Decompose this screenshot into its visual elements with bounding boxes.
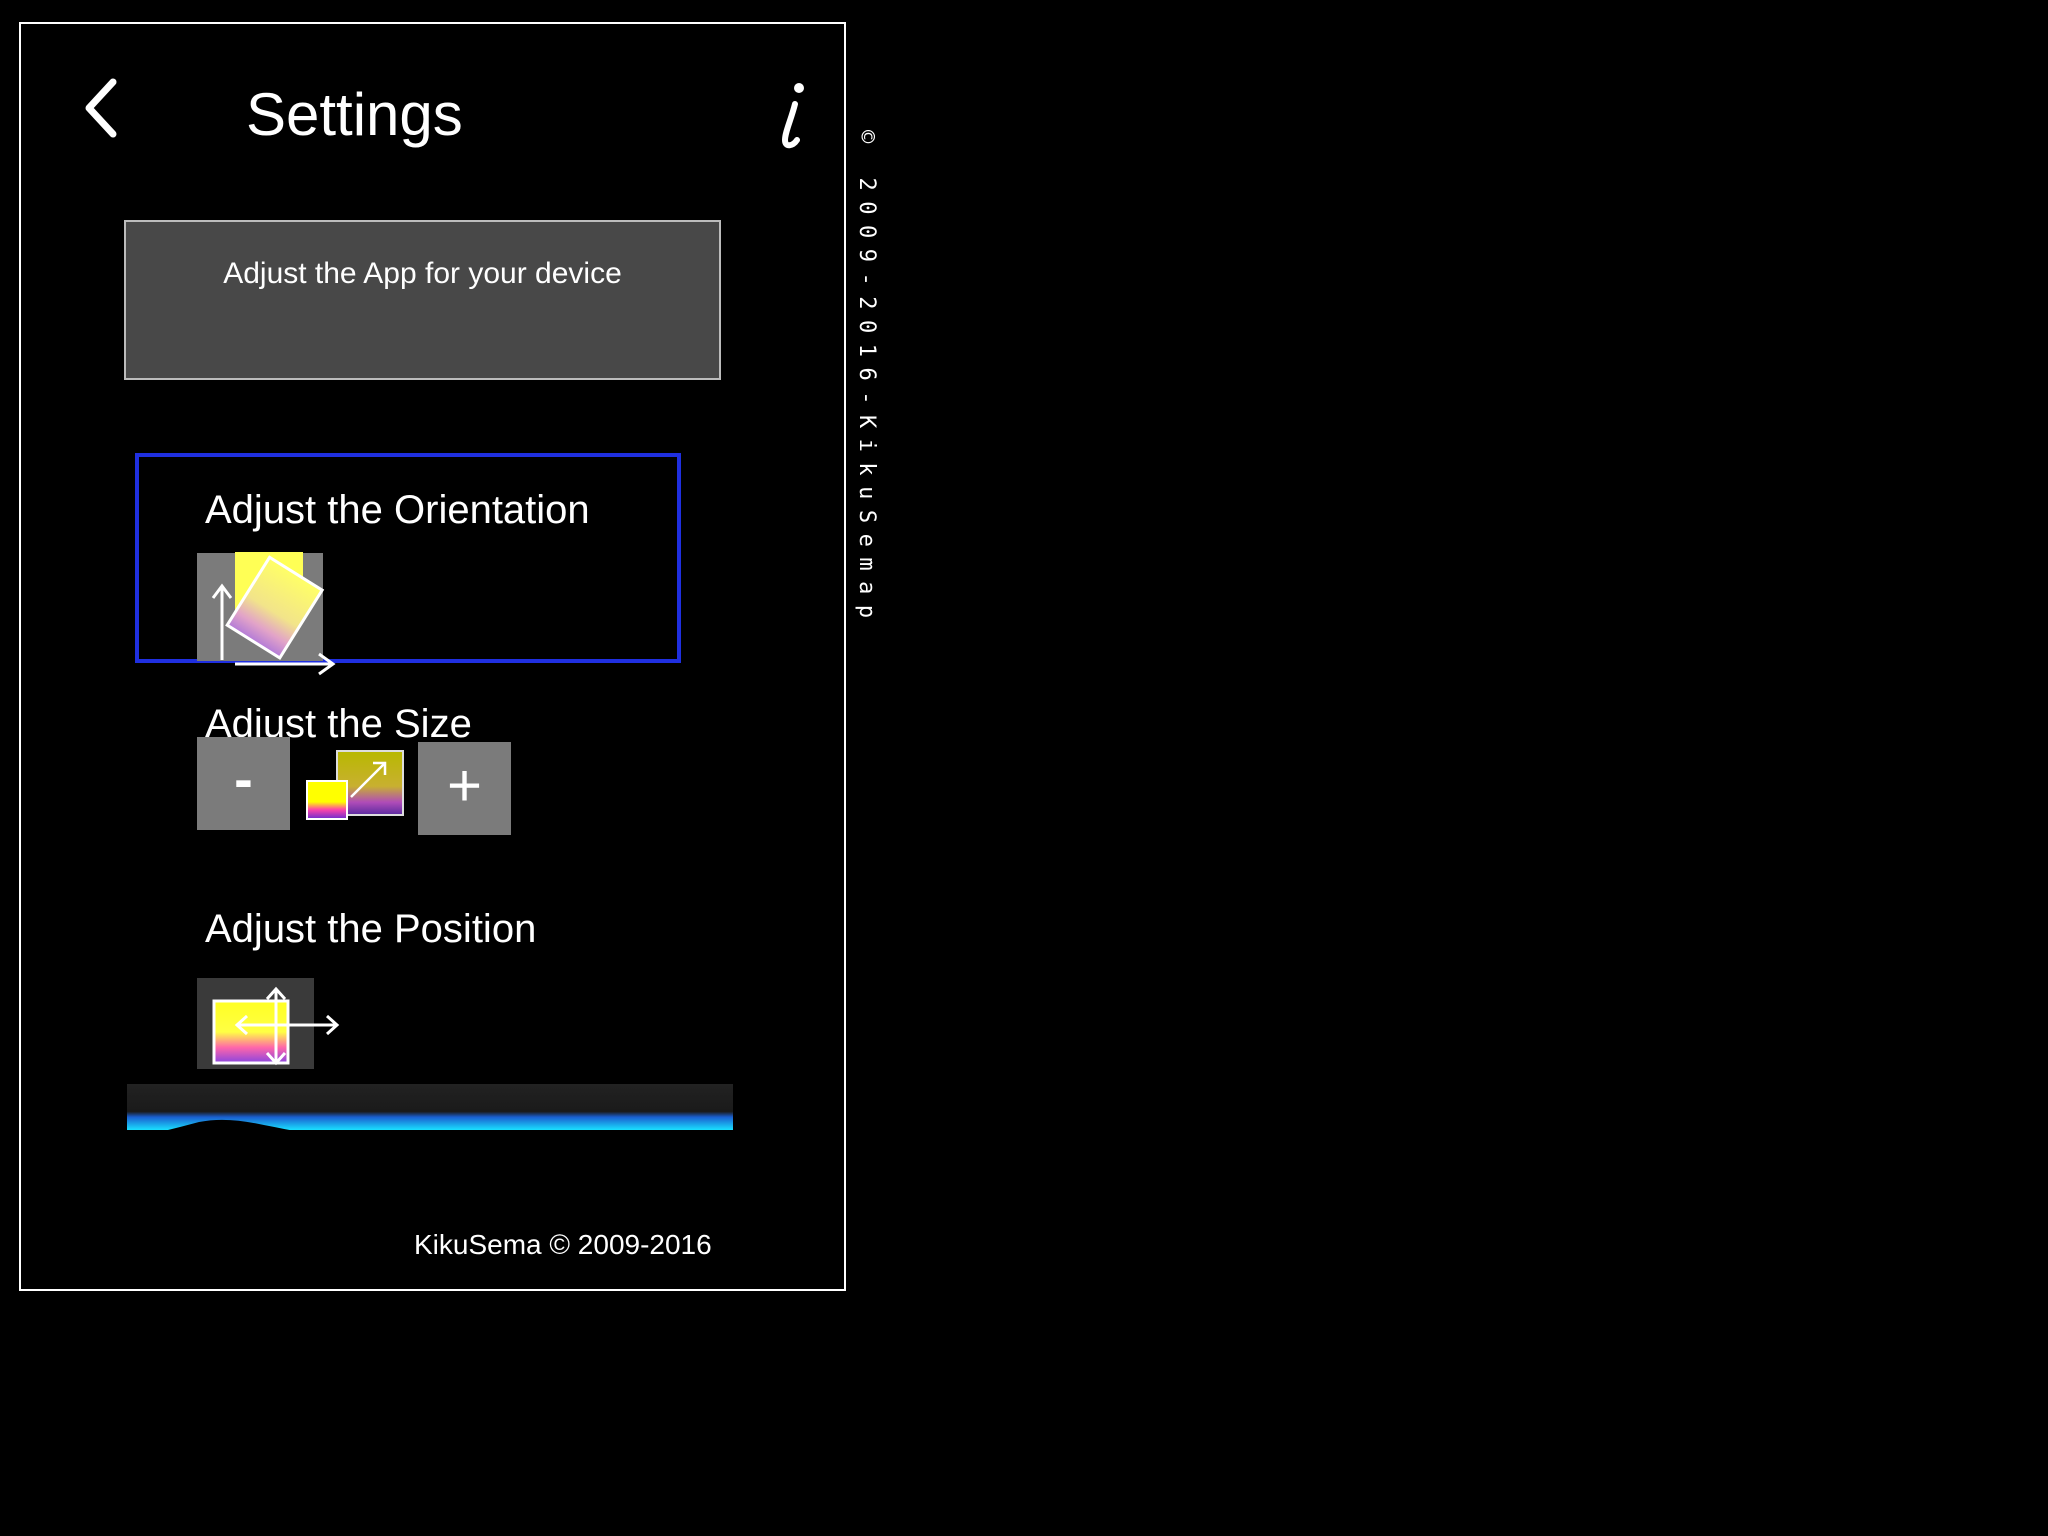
rotate-icon <box>197 552 336 676</box>
side-copyright-text: © 2009-2016-KikuSemap <box>854 130 879 629</box>
info-icon <box>781 83 804 149</box>
resize-icon <box>305 749 405 833</box>
settings-panel: Settings Adjust the App for your device … <box>19 22 846 1291</box>
position-label: Adjust the Position <box>205 907 537 951</box>
adjust-device-label: Adjust the App for your device <box>223 257 622 290</box>
info-button[interactable] <box>751 60 831 160</box>
chevron-left-icon <box>85 78 117 138</box>
size-minus-glyph: - <box>234 747 253 810</box>
rotate-button[interactable] <box>195 530 345 680</box>
move-icon <box>197 978 340 1072</box>
adjust-device-box[interactable]: Adjust the App for your device <box>124 220 721 380</box>
size-increase-button[interactable]: + <box>418 742 511 835</box>
back-button[interactable] <box>61 52 131 142</box>
move-button[interactable] <box>197 961 343 1072</box>
footer-copyright: KikuSema © 2009-2016 <box>414 1229 712 1260</box>
size-plus-glyph: + <box>446 752 483 819</box>
page-title: Settings <box>246 81 463 148</box>
orientation-label: Adjust the Orientation <box>205 488 590 532</box>
horizon-graphic <box>109 1064 733 1144</box>
size-decrease-button[interactable]: - <box>197 737 290 830</box>
side-copyright: © 2009-2016-KikuSemap <box>854 130 879 830</box>
